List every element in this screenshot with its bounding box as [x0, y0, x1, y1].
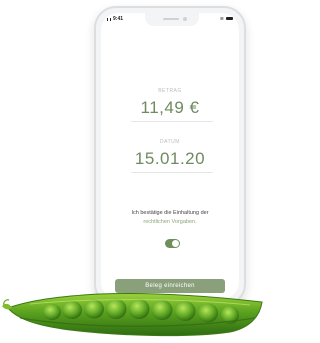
consent-text: Ich bestätige die Einhaltung der [131, 210, 209, 216]
pea-pod-image [2, 292, 263, 337]
phone-frame: 9:41 ≋ BETRAG 11,49 € DATUM 15.01.20 Ich… [94, 6, 246, 306]
app-screen: 9:41 ≋ BETRAG 11,49 € DATUM 15.01.20 Ich… [101, 13, 239, 299]
date-label: DATUM [160, 139, 180, 145]
amount-label: BETRAG [158, 88, 182, 94]
consent-toggle[interactable] [165, 239, 180, 248]
signal-icon [107, 18, 111, 21]
legal-requirements-link[interactable]: rechtlichen Vorgaben. [107, 218, 233, 227]
date-divider [131, 172, 213, 173]
battery-icon [226, 17, 233, 20]
toggle-knob [172, 240, 179, 247]
wifi-icon: ≋ [219, 16, 224, 22]
consent-text-block: Ich bestätige die Einhaltung der rechtli… [107, 209, 233, 227]
speaker-grille [163, 18, 179, 20]
amount-divider [131, 121, 213, 122]
status-time: 9:41 [113, 16, 124, 22]
phone-notch [145, 13, 199, 26]
date-value[interactable]: 15.01.20 [101, 149, 239, 169]
camera-icon [183, 17, 187, 21]
amount-value[interactable]: 11,49 € [101, 98, 239, 118]
